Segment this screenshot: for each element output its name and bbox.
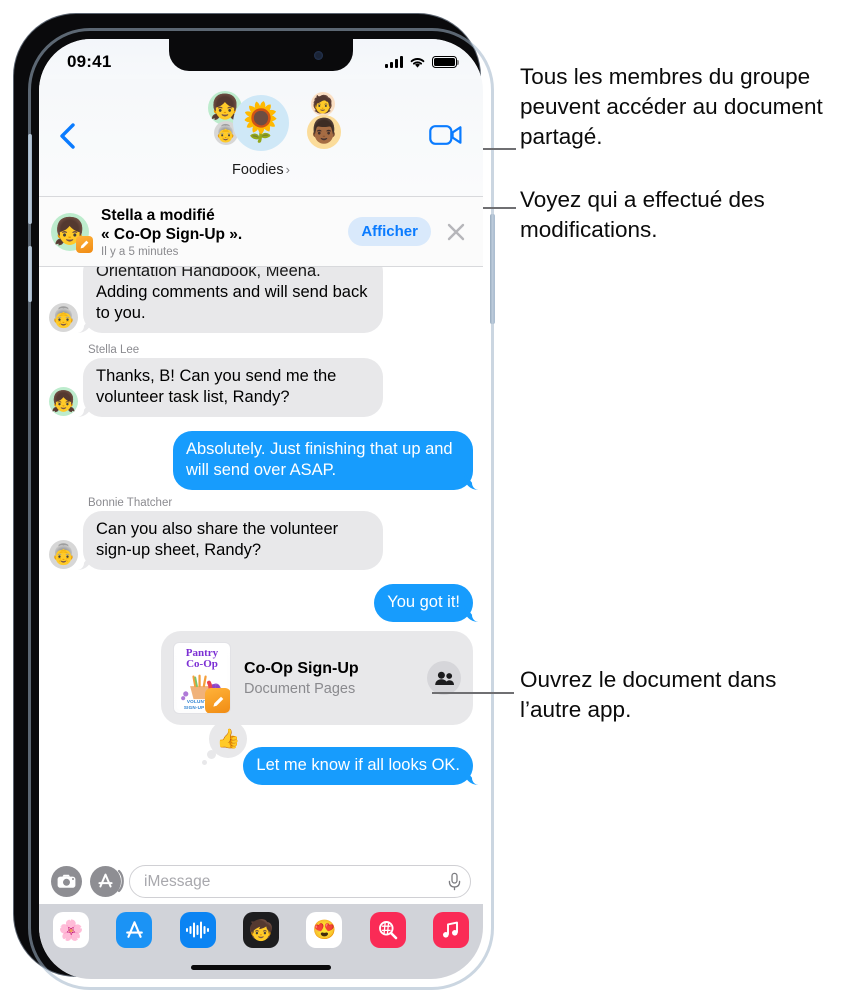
- sender-avatar[interactable]: 👵: [49, 303, 78, 332]
- member-avatar-randy[interactable]: 👨🏾: [307, 115, 341, 149]
- home-indicator[interactable]: [191, 965, 331, 970]
- member-avatar-meena[interactable]: 🧑: [311, 92, 335, 116]
- message-thread[interactable]: 👵 Orientation Handbook, Meena. Adding co…: [39, 267, 483, 859]
- thumbs-up-icon[interactable]: 👍: [202, 720, 248, 765]
- video-camera-icon[interactable]: [429, 123, 463, 147]
- document-title: Co-Op Sign-Up: [244, 659, 359, 677]
- wifi-icon: [410, 57, 425, 68]
- message-row[interactable]: You got it!: [49, 584, 479, 622]
- app-memoji-stickers[interactable]: 😍: [306, 912, 343, 948]
- message-row[interactable]: Absolutely. Just finishing that up and w…: [49, 431, 479, 490]
- app-glyph: 🌸: [58, 919, 84, 942]
- sender-name: Stella Lee: [88, 344, 140, 356]
- document-meta: Co-Op Sign-Up Document Pages: [244, 659, 427, 698]
- volume-down-button[interactable]: [28, 246, 32, 302]
- message-row[interactable]: 👵 Can you also share the volunteer sign-…: [49, 511, 473, 570]
- message-bubble[interactable]: Thanks, B! Can you send me the volunteer…: [77, 358, 383, 417]
- document-subtitle: Document Pages: [244, 680, 356, 697]
- avatar-glyph: 👧: [51, 391, 76, 413]
- people-group-icon[interactable]: [427, 661, 461, 695]
- message-text: Absolutely. Just finishing that up and w…: [186, 440, 453, 479]
- avatar-glyph: 👨🏾: [309, 118, 339, 145]
- document-thumbnail: Pantry Co-Op VOLUNTEER SIGN-UP FORM: [173, 642, 231, 714]
- avatar-glyph: 🧑: [312, 94, 334, 114]
- app-music[interactable]: [432, 912, 469, 948]
- status-time: 09:41: [67, 52, 112, 71]
- message-clipped-text: Orientation Handbook, Meena.: [96, 267, 321, 280]
- message-bubble[interactable]: Let me know if all looks OK.: [243, 747, 479, 785]
- app-memoji[interactable]: 🧒: [242, 912, 279, 948]
- side-button[interactable]: [490, 214, 495, 324]
- front-camera-icon: [314, 51, 323, 60]
- message-text: You got it!: [387, 593, 460, 611]
- volume-up-button[interactable]: [28, 134, 32, 224]
- app-store-messages-icon[interactable]: [90, 866, 124, 897]
- close-x-icon[interactable]: [443, 219, 469, 245]
- app-images-gif[interactable]: [369, 912, 406, 948]
- shared-document-card[interactable]: Pantry Co-Op VOLUNTEER SIGN-UP FORM Co-O…: [161, 631, 473, 725]
- message-text: Adding comments and will send back to yo…: [96, 283, 368, 322]
- avatar-glyph: 🌻: [237, 102, 285, 144]
- tapback-glyph: 👍: [216, 729, 241, 750]
- app-store[interactable]: [116, 912, 153, 948]
- collab-avatar: 👧: [51, 212, 93, 253]
- imessage-app-drawer[interactable]: 🌸 🧒 😍: [39, 904, 483, 979]
- app-glyph: 😍: [312, 920, 337, 941]
- imessage-input[interactable]: iMessage: [129, 865, 471, 898]
- afficher-button[interactable]: Afficher: [348, 217, 431, 246]
- group-avatars[interactable]: 👧 👵 🧑 👨🏾 🌻: [39, 91, 483, 161]
- chevron-right-icon: ›: [285, 162, 290, 177]
- collaboration-banner[interactable]: 👧 Stella a modifié « Co-Op Sign-Up ». Il…: [39, 197, 483, 267]
- message-text: Can you also share the volunteer sign-up…: [96, 520, 339, 559]
- microphone-icon[interactable]: [447, 872, 462, 891]
- callout-shared-document: Tous les membres du groupe peuvent accéd…: [520, 64, 823, 149]
- notch: [169, 39, 353, 71]
- sender-avatar[interactable]: 👵: [49, 540, 78, 569]
- message-input-bar: iMessage: [39, 859, 483, 904]
- app-glyph: 🧒: [248, 919, 274, 942]
- message-row[interactable]: 👵 Orientation Handbook, Meena. Adding co…: [49, 267, 473, 333]
- callout-open-in-app: Ouvrez le document dans l’autre app.: [520, 667, 777, 722]
- group-avatar-sunflower[interactable]: 🌻: [233, 95, 289, 151]
- message-text: Thanks, B! Can you send me the volunteer…: [96, 367, 337, 406]
- sender-avatar[interactable]: 👧: [49, 387, 78, 416]
- message-bubble[interactable]: You got it!: [374, 584, 479, 622]
- pages-app-icon: [76, 235, 93, 253]
- message-bubble[interactable]: Absolutely. Just finishing that up and w…: [173, 431, 479, 490]
- message-bubble[interactable]: Can you also share the volunteer sign-up…: [77, 511, 383, 570]
- app-photos[interactable]: 🌸: [53, 912, 89, 948]
- app-audio[interactable]: [179, 912, 216, 948]
- collab-timestamp: Il y a 5 minutes: [101, 245, 179, 258]
- imessage-placeholder: iMessage: [144, 872, 211, 890]
- sender-name: Bonnie Thatcher: [88, 497, 173, 509]
- message-row[interactable]: 👍 Let me know if all looks OK.: [49, 720, 479, 785]
- document-card-row[interactable]: Pantry Co-Op VOLUNTEER SIGN-UP FORM Co-O…: [49, 631, 473, 725]
- avatar-glyph: 👵: [51, 307, 76, 329]
- message-bubble[interactable]: Orientation Handbook, Meena. Adding comm…: [77, 267, 383, 333]
- message-row[interactable]: 👧 Thanks, B! Can you send me the volunte…: [49, 358, 473, 417]
- battery-icon: [432, 55, 460, 69]
- group-name-button[interactable]: Foodies ›: [39, 162, 483, 178]
- leader-line-3: [432, 692, 514, 694]
- pages-app-icon: [205, 688, 230, 713]
- collab-line-2: « Co-Op Sign-Up ».: [101, 225, 243, 243]
- callout-who-edited: Voyez qui a effectué des modifications.: [520, 187, 765, 242]
- iphone-frame: 09:41 👧 👵 🧑 👨🏾 🌻 Foodies › 👧 Stella a mo…: [14, 14, 495, 990]
- camera-icon[interactable]: [51, 866, 82, 897]
- collab-text: Stella a modifié « Co-Op Sign-Up ». Il y…: [101, 206, 348, 258]
- message-group-clipped: 👵 Orientation Handbook, Meena. Adding co…: [49, 267, 473, 337]
- screenshot-root: 09:41 👧 👵 🧑 👨🏾 🌻 Foodies › 👧 Stella a mo…: [0, 0, 843, 990]
- thumb-title-line2: Co-Op: [186, 658, 218, 670]
- conversation-header: 👧 👵 🧑 👨🏾 🌻 Foodies ›: [39, 79, 483, 197]
- collab-line-1: Stella a modifié: [101, 206, 215, 224]
- status-indicators: [385, 55, 460, 69]
- message-with-tapback: 👍 Let me know if all looks OK.: [202, 720, 479, 785]
- group-name-label: Foodies: [232, 162, 284, 178]
- avatar-glyph: 👵: [51, 544, 76, 566]
- message-text: Let me know if all looks OK.: [256, 756, 460, 774]
- cellular-bars-icon: [385, 56, 403, 68]
- iphone-screen: 09:41 👧 👵 🧑 👨🏾 🌻 Foodies › 👧 Stella a mo…: [39, 39, 483, 979]
